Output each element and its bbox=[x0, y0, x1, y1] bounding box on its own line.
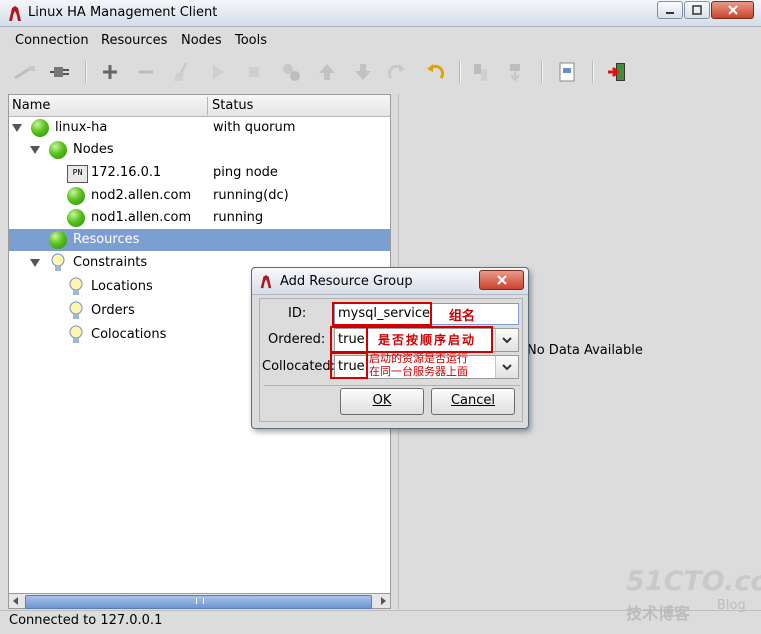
watermark-line2: 技术博客 bbox=[626, 604, 691, 623]
dialog-close-button[interactable] bbox=[479, 270, 524, 290]
disconnect-icon[interactable] bbox=[10, 57, 40, 87]
status-green-icon bbox=[67, 187, 85, 205]
ordered-label: Ordered: bbox=[268, 332, 326, 347]
tree-row-cluster[interactable]: linux-ha with quorum bbox=[9, 117, 390, 139]
migrate-icon[interactable] bbox=[276, 57, 306, 87]
maximize-button[interactable] bbox=[684, 1, 710, 19]
chevron-down-icon[interactable] bbox=[495, 329, 518, 351]
tree-row-node2[interactable]: nod2.allen.com running(dc) bbox=[9, 185, 390, 207]
scroll-right-icon[interactable] bbox=[376, 594, 390, 608]
tree-label: Constraints bbox=[73, 255, 148, 270]
dialog-titlebar: Add Resource Group bbox=[252, 268, 528, 295]
column-status-header[interactable]: Status bbox=[212, 98, 253, 113]
stop-icon[interactable] bbox=[239, 57, 269, 87]
tree-row-resources[interactable]: Resources bbox=[9, 229, 390, 251]
tree-label: nod1.allen.com bbox=[91, 210, 192, 225]
minimize-button[interactable] bbox=[657, 1, 683, 19]
watermark-logo: 51CTO.com 技术博客 Blog bbox=[626, 566, 761, 626]
annotation-ordered-note: 是否按顺序启动 bbox=[378, 333, 477, 347]
tree-status: running bbox=[213, 210, 264, 225]
toolbar bbox=[0, 53, 761, 91]
scrollbar-thumb[interactable] bbox=[25, 595, 372, 609]
close-button[interactable] bbox=[711, 1, 754, 19]
expand-arrow-icon[interactable] bbox=[30, 259, 40, 267]
scroll-left-icon[interactable] bbox=[9, 594, 23, 608]
tree-row-nodes[interactable]: Nodes bbox=[9, 139, 390, 161]
ping-node-icon: PN bbox=[67, 165, 88, 183]
window-title: Linux HA Management Client bbox=[28, 5, 218, 20]
tree-label: Orders bbox=[91, 303, 135, 318]
collocated-label: Collocated: bbox=[262, 359, 336, 374]
status-green-icon bbox=[31, 119, 49, 137]
app-logo-icon bbox=[9, 6, 21, 21]
app-logo-icon bbox=[260, 274, 272, 289]
undo-icon[interactable] bbox=[420, 57, 450, 87]
tree-label: linux-ha bbox=[55, 120, 108, 135]
menu-tools[interactable]: Tools bbox=[235, 33, 267, 48]
dialog-title: Add Resource Group bbox=[280, 274, 413, 289]
horizontal-scrollbar[interactable] bbox=[8, 593, 391, 609]
menu-nodes[interactable]: Nodes bbox=[181, 33, 222, 48]
annotation-box-collocated bbox=[330, 352, 368, 379]
tree-label: 172.16.0.1 bbox=[91, 165, 162, 180]
start-icon[interactable] bbox=[203, 57, 233, 87]
ok-button[interactable]: OK bbox=[340, 388, 424, 415]
status-green-icon bbox=[67, 209, 85, 227]
move-down-icon[interactable] bbox=[348, 57, 378, 87]
tree-header: Name Status bbox=[9, 95, 390, 117]
status-green-icon bbox=[49, 231, 67, 249]
tree-row-ping-node[interactable]: PN 172.16.0.1 ping node bbox=[9, 162, 390, 184]
add-icon[interactable] bbox=[95, 57, 125, 87]
minimize-icon bbox=[666, 12, 674, 14]
exit-icon[interactable] bbox=[602, 57, 632, 87]
column-name-header[interactable]: Name bbox=[12, 98, 50, 113]
close-icon bbox=[496, 275, 507, 285]
annotation-box-id bbox=[332, 302, 432, 326]
chevron-down-icon[interactable] bbox=[495, 356, 518, 378]
tree-label: Nodes bbox=[73, 142, 114, 157]
tree-label: nod2.allen.com bbox=[91, 188, 192, 203]
id-label: ID: bbox=[288, 306, 307, 321]
remove-icon[interactable] bbox=[131, 57, 161, 87]
tree-label: Resources bbox=[73, 232, 140, 247]
view-xml-icon[interactable] bbox=[552, 57, 582, 87]
lightbulb-icon bbox=[69, 277, 83, 295]
cleanup-icon[interactable] bbox=[167, 57, 197, 87]
connect-icon[interactable] bbox=[45, 57, 75, 87]
annotation-box-ordered bbox=[330, 326, 368, 353]
annotation-group-name: 组名 bbox=[449, 309, 476, 324]
tree-status: running(dc) bbox=[213, 188, 289, 203]
standby-icon[interactable] bbox=[466, 57, 496, 87]
lightbulb-icon bbox=[69, 301, 83, 319]
no-data-message: No Data Available bbox=[527, 343, 643, 358]
redo-icon[interactable] bbox=[382, 57, 412, 87]
expand-arrow-icon[interactable] bbox=[12, 124, 22, 132]
menu-connection[interactable]: Connection bbox=[15, 33, 89, 48]
watermark-line3: Blog bbox=[717, 598, 746, 613]
lightbulb-icon bbox=[69, 325, 83, 343]
cancel-button[interactable]: Cancel bbox=[431, 388, 515, 415]
move-up-icon[interactable] bbox=[312, 57, 342, 87]
annotation-collocated-note-2: 在同一台服务器上面 bbox=[369, 365, 468, 378]
tree-label: Locations bbox=[91, 279, 153, 294]
tree-row-node1[interactable]: nod1.allen.com running bbox=[9, 207, 390, 229]
tree-status: with quorum bbox=[213, 120, 296, 135]
menu-bar: Connection Resources Nodes Tools bbox=[0, 28, 761, 52]
maximize-icon bbox=[692, 5, 702, 15]
status-green-icon bbox=[49, 141, 67, 159]
status-text: Connected to 127.0.0.1 bbox=[9, 613, 163, 628]
tree-label: Colocations bbox=[91, 327, 167, 342]
expand-arrow-icon[interactable] bbox=[30, 146, 40, 154]
menu-resources[interactable]: Resources bbox=[101, 33, 167, 48]
tree-status: ping node bbox=[213, 165, 278, 180]
active-icon[interactable] bbox=[501, 57, 531, 87]
close-icon bbox=[727, 5, 738, 15]
annotation-collocated-note-1: 启动的资源是否运行 bbox=[369, 352, 468, 365]
watermark-line1: 51CTO.com bbox=[626, 566, 761, 597]
lightbulb-icon bbox=[51, 253, 65, 271]
